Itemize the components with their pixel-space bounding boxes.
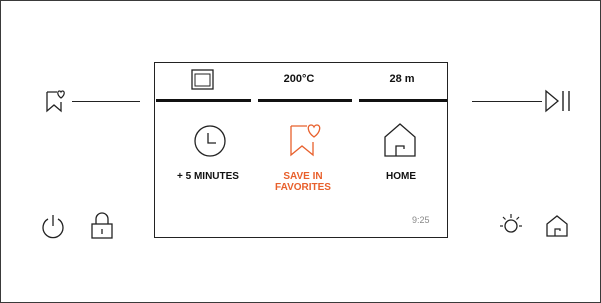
clock-time: 9:25: [412, 215, 430, 225]
home-button[interactable]: HOME: [346, 171, 456, 182]
clock-icon[interactable]: [193, 124, 227, 158]
tab-underline-oven: [156, 99, 251, 102]
power-icon[interactable]: [40, 213, 66, 239]
light-icon[interactable]: [498, 211, 524, 239]
oven-icon[interactable]: [191, 69, 215, 91]
tab-temperature[interactable]: 200°C: [259, 73, 339, 85]
tab-underline-temperature: [258, 99, 352, 102]
save-in-favorites-label: SAVE IN: [283, 171, 323, 182]
favorite-bookmark-icon[interactable]: [286, 120, 326, 158]
save-in-favorites-button[interactable]: SAVE IN FAVORITES: [248, 171, 358, 193]
plus-five-minutes-button[interactable]: + 5 MINUTES: [153, 171, 263, 182]
favorite-bookmark-icon[interactable]: [44, 88, 68, 114]
tab-underline-time: [359, 99, 447, 102]
home-icon[interactable]: [383, 122, 417, 158]
lock-icon[interactable]: [90, 212, 114, 240]
left-connector-line: [72, 101, 140, 102]
favorites-label: FAVORITES: [275, 182, 331, 193]
home-icon[interactable]: [545, 214, 569, 238]
tab-time[interactable]: 28 m: [362, 73, 442, 85]
play-pause-icon[interactable]: [544, 89, 574, 113]
right-connector-line: [472, 101, 542, 102]
